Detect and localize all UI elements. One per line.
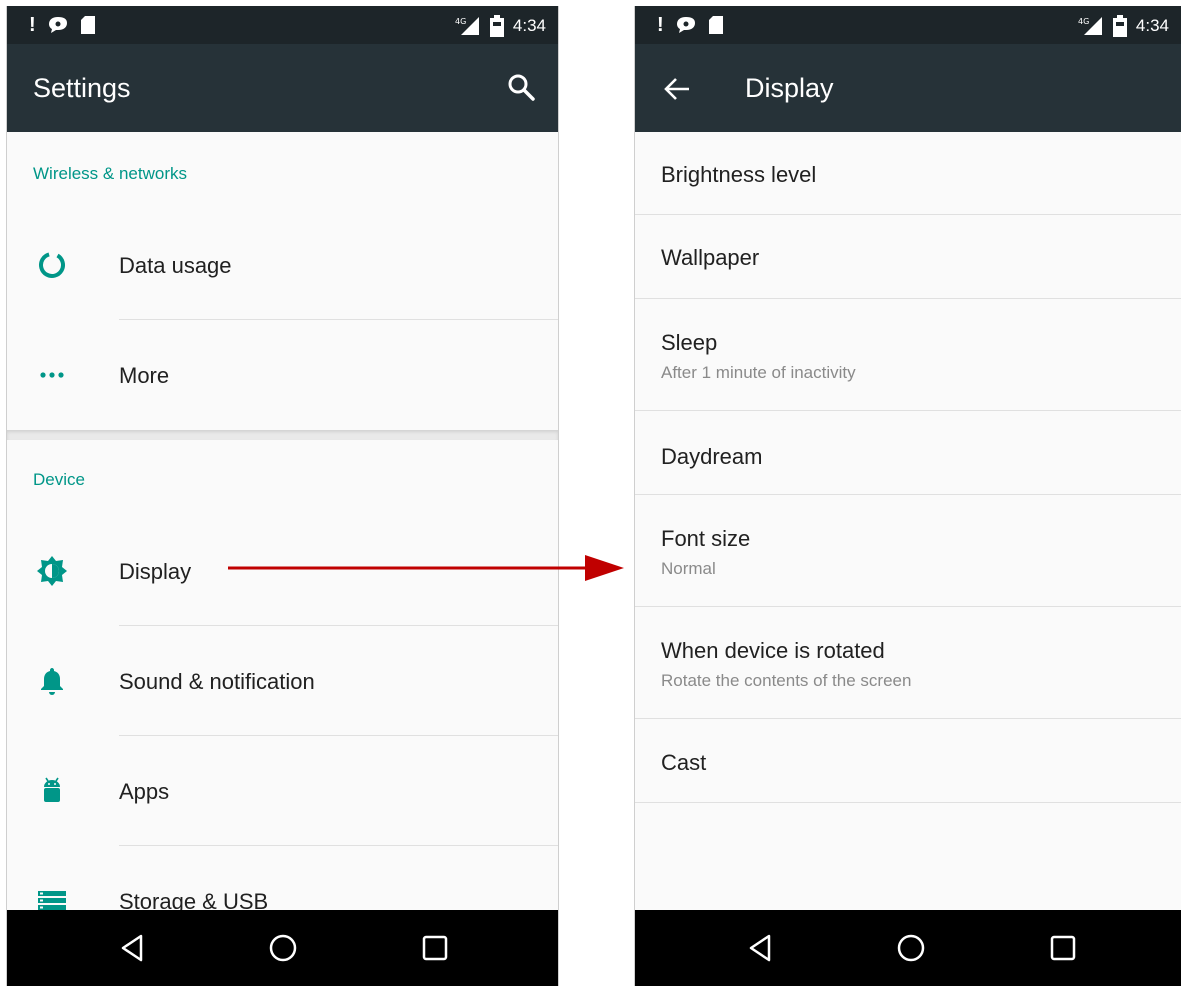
settings-item-label: More <box>119 363 170 388</box>
network-type-label: 4G <box>455 17 466 26</box>
annotation-arrow-head <box>585 555 624 581</box>
display-item-sleep[interactable]: Sleep After 1 minute of inactivity <box>635 299 1181 411</box>
settings-screen: ! 4G 4:34 Settings Wireless & networks D… <box>6 6 559 986</box>
settings-item-more[interactable]: More <box>7 320 558 430</box>
back-nav-icon[interactable] <box>745 932 777 964</box>
settings-item-label: Display <box>119 559 192 584</box>
recents-nav-icon[interactable] <box>1047 932 1079 964</box>
display-item-daydream[interactable]: Daydream <box>635 411 1181 495</box>
display-item-summary: After 1 minute of inactivity <box>661 363 856 382</box>
page-title: Display <box>745 73 834 103</box>
settings-item-data-usage[interactable]: Data usage <box>7 210 558 320</box>
sd-card-icon <box>708 16 723 34</box>
settings-list: Wireless & networks Data usage More Devi… <box>7 132 558 914</box>
home-nav-icon[interactable] <box>895 932 927 964</box>
message-icon <box>676 17 695 33</box>
settings-item-label: Data usage <box>119 253 232 278</box>
battery-icon <box>1112 15 1127 37</box>
settings-item-sound[interactable]: Sound & notification <box>7 626 558 736</box>
display-item-font-size[interactable]: Font size Normal <box>635 495 1181 607</box>
display-item-label: Cast <box>661 750 707 775</box>
nav-bar <box>635 910 1181 986</box>
recents-nav-icon[interactable] <box>419 932 451 964</box>
more-dots-icon <box>40 372 64 378</box>
section-header-device: Device <box>33 470 85 489</box>
signal-icon: 4G <box>1078 17 1102 35</box>
app-bar: Settings <box>7 44 558 132</box>
status-bar: ! 4G 4:34 <box>7 6 558 44</box>
status-time: 4:34 <box>1135 16 1169 35</box>
back-nav-icon[interactable] <box>117 932 149 964</box>
android-icon <box>44 777 60 802</box>
display-item-brightness[interactable]: Brightness level <box>635 132 1181 215</box>
status-bar: ! 4G 4:34 <box>635 6 1181 44</box>
display-item-label: Brightness level <box>661 162 817 187</box>
display-item-label: Daydream <box>661 444 763 469</box>
display-item-label: When device is rotated <box>661 638 885 663</box>
battery-icon <box>489 15 504 37</box>
exclamation-icon: ! <box>29 14 36 36</box>
bell-icon <box>41 668 63 695</box>
display-screen: ! 4G 4:34 Display Brightness level Wallp… <box>634 6 1181 986</box>
status-time: 4:34 <box>512 16 546 35</box>
search-icon[interactable] <box>506 72 536 102</box>
network-type-label: 4G <box>1078 17 1089 26</box>
display-item-cast[interactable]: Cast <box>635 719 1181 803</box>
message-icon <box>48 17 67 33</box>
brightness-icon <box>37 556 67 586</box>
display-item-label: Sleep <box>661 330 718 355</box>
back-arrow-icon[interactable] <box>663 76 691 102</box>
settings-item-label: Sound & notification <box>119 669 315 694</box>
display-item-summary: Normal <box>661 559 716 578</box>
signal-icon: 4G <box>455 17 479 35</box>
nav-bar <box>7 910 558 986</box>
display-item-label: Wallpaper <box>661 245 760 270</box>
display-item-summary: Rotate the contents of the screen <box>661 671 912 690</box>
display-item-label: Font size <box>661 526 751 551</box>
display-item-rotation[interactable]: When device is rotated Rotate the conten… <box>635 607 1181 719</box>
exclamation-icon: ! <box>657 14 664 36</box>
display-settings-list: Brightness level Wallpaper Sleep After 1… <box>635 132 1181 910</box>
settings-item-label: Apps <box>119 779 170 804</box>
section-divider <box>7 430 558 440</box>
data-usage-icon <box>39 252 65 278</box>
page-title: Settings <box>33 73 131 103</box>
app-bar: Display <box>635 44 1181 132</box>
home-nav-icon[interactable] <box>267 932 299 964</box>
settings-item-display[interactable]: Display <box>7 516 558 626</box>
display-item-wallpaper[interactable]: Wallpaper <box>635 215 1181 299</box>
settings-item-apps[interactable]: Apps <box>7 736 558 846</box>
section-header-wireless: Wireless & networks <box>33 164 187 183</box>
sd-card-icon <box>80 16 95 34</box>
